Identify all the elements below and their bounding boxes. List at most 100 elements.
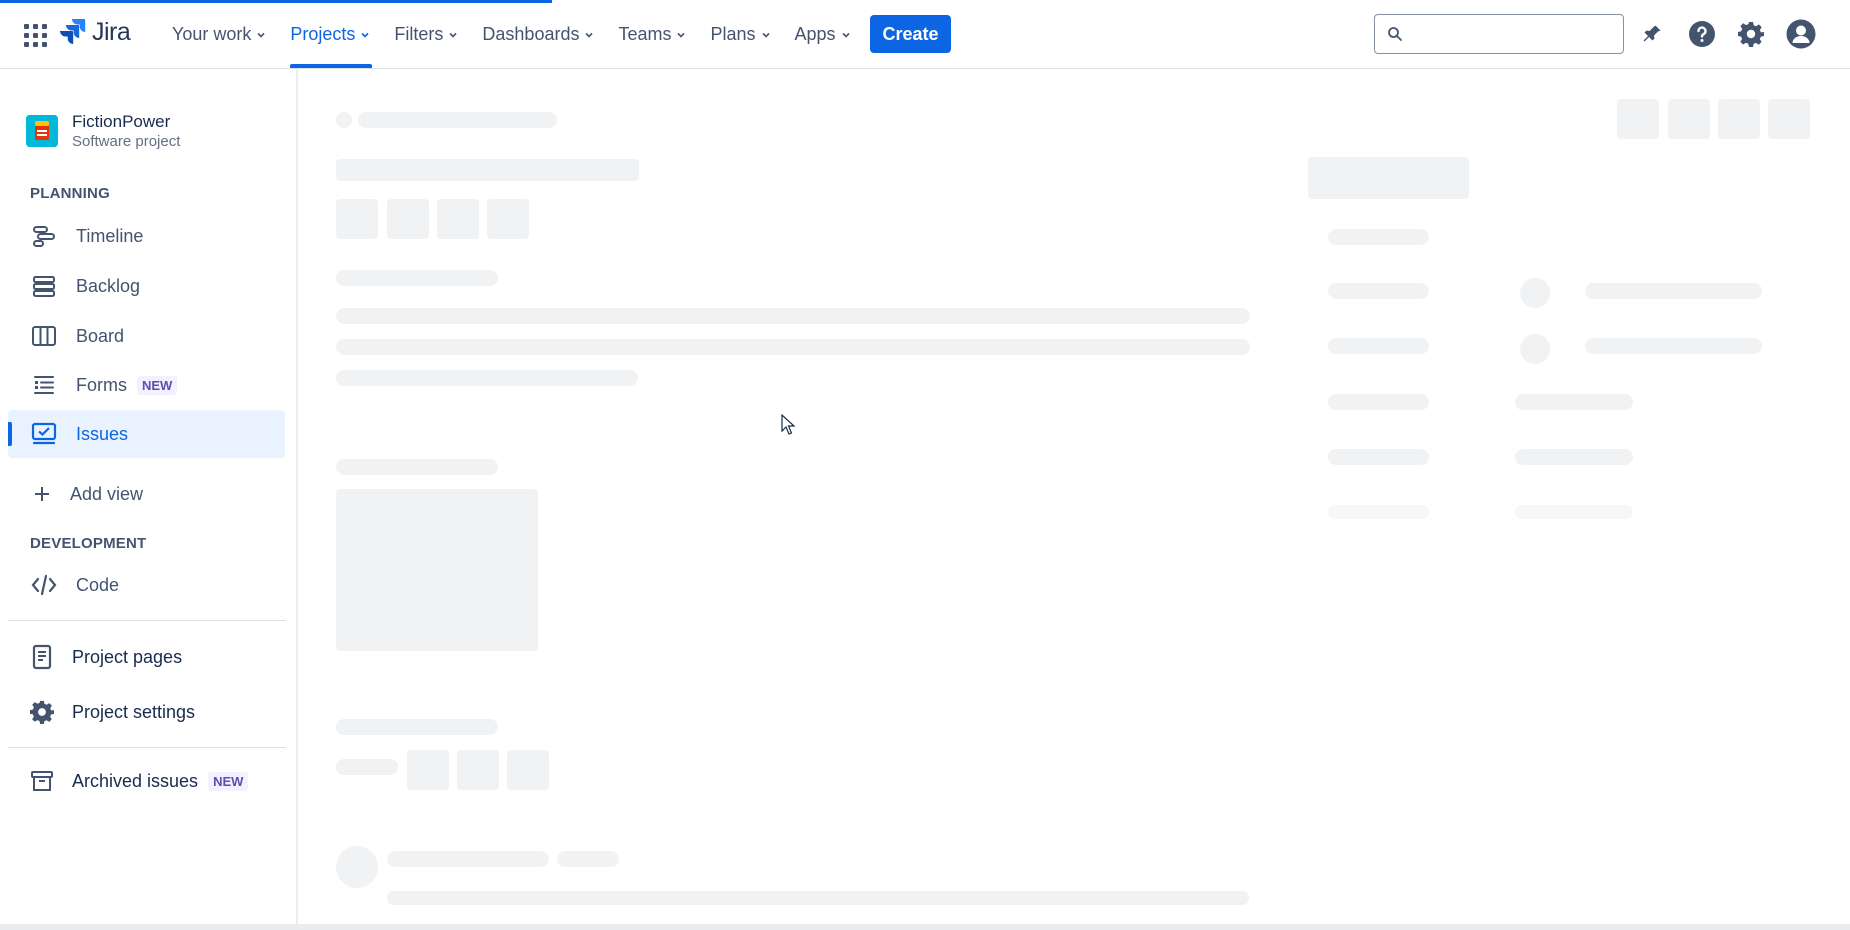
skeleton-block [336, 159, 639, 181]
project-type: Software project [72, 133, 181, 150]
sidebar-item-forms[interactable]: Forms NEW [8, 361, 285, 409]
new-badge: NEW [208, 771, 249, 791]
nav-teams[interactable]: Teams [606, 0, 698, 69]
skeleton-block [358, 112, 557, 128]
sidebar-item-timeline[interactable]: Timeline [8, 212, 285, 260]
project-sidebar: FictionPower Software project PLANNING T… [0, 69, 298, 924]
skeleton-block [336, 270, 498, 286]
skeleton-block [1515, 505, 1633, 519]
issues-icon [30, 420, 58, 448]
skeleton-block [507, 750, 549, 790]
search-icon [1388, 27, 1402, 41]
nav-apps[interactable]: Apps [783, 0, 863, 69]
search-box[interactable] [1374, 14, 1624, 54]
nav-filters[interactable]: Filters [382, 0, 470, 69]
nav-label: Your work [172, 24, 252, 44]
page-loading-bar [0, 0, 552, 3]
nav-label: Projects [290, 24, 356, 44]
sidebar-item-code[interactable]: Code [8, 561, 285, 609]
chevron-down-icon [841, 32, 850, 38]
sidebar-item-label: Issues [76, 423, 129, 444]
plus-icon [28, 480, 56, 508]
sidebar-item-board[interactable]: Board [8, 312, 285, 360]
sidebar-item-project-pages[interactable]: Project pages [8, 633, 285, 681]
skeleton-block [1328, 449, 1429, 465]
nav-label: Plans [710, 24, 756, 44]
skeleton-block [336, 112, 352, 128]
page-icon [28, 643, 56, 671]
nav-dashboards[interactable]: Dashboards [470, 0, 606, 69]
sidebar-item-label: Archived issues [72, 770, 199, 791]
chevron-down-icon [361, 32, 369, 38]
skeleton-block [1515, 394, 1633, 410]
chevron-down-icon [677, 32, 686, 38]
timeline-icon [30, 222, 58, 250]
settings-icon[interactable] [1735, 18, 1767, 50]
skeleton-block [1520, 334, 1550, 364]
add-view-label: Add view [70, 483, 144, 504]
app-switcher-icon[interactable] [22, 22, 47, 47]
sidebar-divider [8, 620, 286, 621]
skeleton-block [1718, 99, 1760, 139]
project-avatar [26, 115, 58, 147]
sidebar-item-label: Timeline [76, 225, 144, 246]
backlog-icon [30, 272, 58, 300]
skeleton-block [557, 851, 619, 867]
sidebar-item-issues[interactable]: Issues [8, 410, 285, 458]
skeleton-block [336, 459, 498, 475]
nav-label: Filters [394, 24, 444, 44]
profile-icon[interactable] [1785, 18, 1817, 50]
search-input[interactable] [1411, 25, 1611, 43]
help-icon[interactable] [1686, 18, 1718, 50]
skeleton-block [437, 199, 479, 239]
board-icon [30, 322, 58, 350]
code-icon [30, 571, 58, 599]
skeleton-block [1585, 283, 1762, 299]
sidebar-item-archived-issues[interactable]: Archived issues NEW [8, 757, 285, 805]
jira-logo[interactable]: Jira [60, 18, 131, 47]
mouse-pointer-icon [781, 414, 795, 435]
skeleton-block [336, 719, 498, 735]
skeleton-block [1328, 338, 1429, 354]
add-view-button[interactable]: Add view [8, 470, 285, 518]
primary-nav: Your work Projects Filters Dashboards Te… [160, 0, 863, 69]
nav-your-work[interactable]: Your work [160, 0, 278, 69]
development-section-label: DEVELOPMENT [30, 535, 147, 552]
skeleton-block [1328, 394, 1429, 410]
skeleton-block [336, 489, 538, 651]
skeleton-block [336, 759, 398, 775]
skeleton-block [336, 370, 638, 386]
notifications-icon[interactable] [1636, 18, 1668, 50]
chevron-down-icon [449, 32, 457, 38]
planning-section-label: PLANNING [30, 185, 110, 202]
gear-icon [28, 698, 56, 726]
skeleton-block [336, 308, 1250, 324]
skeleton-block [336, 846, 378, 888]
active-nav-indicator [290, 64, 372, 68]
forms-icon [30, 371, 58, 399]
top-navigation: Jira Your work Projects Filters Dashboar… [0, 0, 1850, 69]
sidebar-item-label: Backlog [76, 275, 141, 296]
skeleton-block [1585, 338, 1762, 354]
project-name: FictionPower [72, 112, 171, 131]
nav-projects[interactable]: Projects [278, 0, 382, 69]
nav-plans[interactable]: Plans [698, 0, 782, 69]
skeleton-block [1328, 283, 1429, 299]
sidebar-item-backlog[interactable]: Backlog [8, 262, 285, 310]
project-header[interactable]: FictionPower Software project [26, 112, 180, 150]
skeleton-block [1520, 278, 1550, 308]
skeleton-block [1515, 449, 1633, 465]
nav-label: Dashboards [482, 24, 580, 44]
sidebar-item-project-settings[interactable]: Project settings [8, 688, 285, 736]
create-button[interactable]: Create [870, 15, 951, 53]
chevron-down-icon [585, 32, 594, 38]
sidebar-item-label: Project settings [72, 701, 196, 722]
product-name: Jira [92, 18, 131, 46]
sidebar-item-label: Project pages [72, 646, 183, 667]
skeleton-block [336, 199, 378, 239]
skeleton-block [1328, 505, 1429, 519]
sidebar-item-label: Board [76, 325, 125, 346]
window-bottom-edge [0, 924, 1850, 930]
chevron-down-icon [761, 32, 770, 38]
skeleton-block [1328, 229, 1429, 245]
